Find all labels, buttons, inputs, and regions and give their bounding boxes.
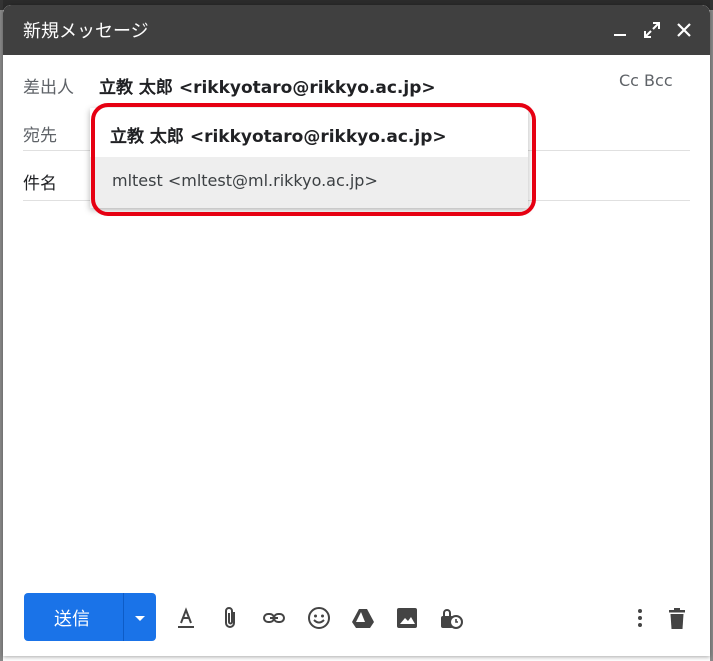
image-icon[interactable] [394, 605, 420, 631]
from-option[interactable]: 立教 太郎 <rikkyotaro@rikkyo.ac.jp> [90, 108, 528, 157]
from-option-label: 立教 太郎 <rikkyotaro@rikkyo.ac.jp> [110, 127, 447, 147]
from-dropdown: 立教 太郎 <rikkyotaro@rikkyo.ac.jp> mltest <… [90, 108, 528, 208]
from-option-label: mltest <mltest@ml.rikkyo.ac.jp> [112, 171, 378, 190]
cc-bcc-link[interactable]: Cc Bcc [619, 71, 673, 90]
window-title: 新規メッセージ [23, 21, 149, 42]
more-options-icon[interactable] [627, 605, 653, 631]
format-text-icon[interactable] [173, 605, 199, 631]
drive-icon[interactable] [350, 605, 376, 631]
send-divider [123, 593, 124, 641]
send-options-icon[interactable] [131, 609, 149, 627]
send-button-group: 送信 [24, 593, 156, 641]
from-label: 差出人 [23, 78, 74, 98]
from-selected-value[interactable]: 立教 太郎 <rikkyotaro@rikkyo.ac.jp> [99, 73, 436, 98]
close-icon[interactable] [673, 19, 695, 41]
confidential-icon[interactable] [438, 605, 464, 631]
subject-label: 件名 [23, 174, 57, 194]
compose-titlebar: 新規メッセージ [3, 5, 710, 55]
minimize-icon[interactable] [609, 19, 631, 41]
from-option[interactable]: mltest <mltest@ml.rikkyo.ac.jp> [90, 157, 528, 208]
send-button[interactable]: 送信 [54, 605, 90, 631]
trash-icon[interactable] [664, 605, 690, 631]
attach-icon[interactable] [218, 605, 244, 631]
link-icon[interactable] [261, 605, 287, 631]
emoji-icon[interactable] [306, 605, 332, 631]
compose-window: 新規メッセージ 差出人 立教 太郎 <rikkyotaro@rikkyo.ac.… [3, 5, 710, 656]
expand-icon[interactable] [641, 19, 663, 41]
to-label: 宛先 [23, 126, 57, 146]
